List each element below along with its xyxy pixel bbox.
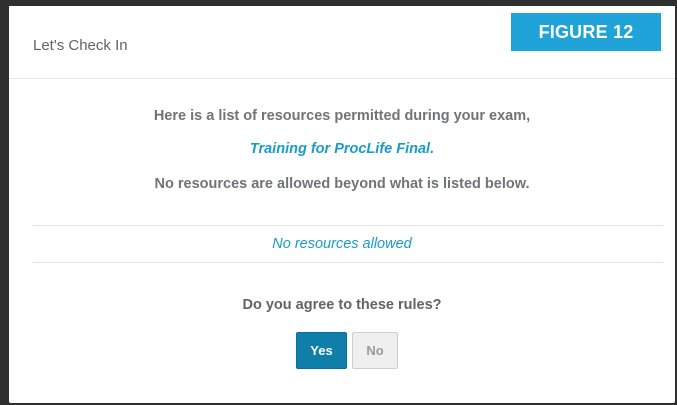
agree-question: Do you agree to these rules? <box>242 297 442 313</box>
modal-header: Let's Check In FIGURE 12 <box>9 6 675 79</box>
resources-list-item: No resources allowed <box>272 236 412 252</box>
agree-button-group: Yes No <box>296 332 398 369</box>
divider-top <box>33 225 663 226</box>
check-in-modal: Let's Check In FIGURE 12 Here is a list … <box>9 6 675 403</box>
yes-button[interactable]: Yes <box>296 332 347 369</box>
exam-name-link[interactable]: Training for ProcLife Final. <box>9 141 675 157</box>
figure-badge: FIGURE 12 <box>511 13 661 51</box>
modal-title: Let's Check In <box>33 37 128 54</box>
divider-bottom <box>33 262 663 263</box>
no-button[interactable]: No <box>352 332 398 369</box>
restriction-text: No resources are allowed beyond what is … <box>154 176 530 192</box>
intro-text: Here is a list of resources permitted du… <box>153 108 531 124</box>
